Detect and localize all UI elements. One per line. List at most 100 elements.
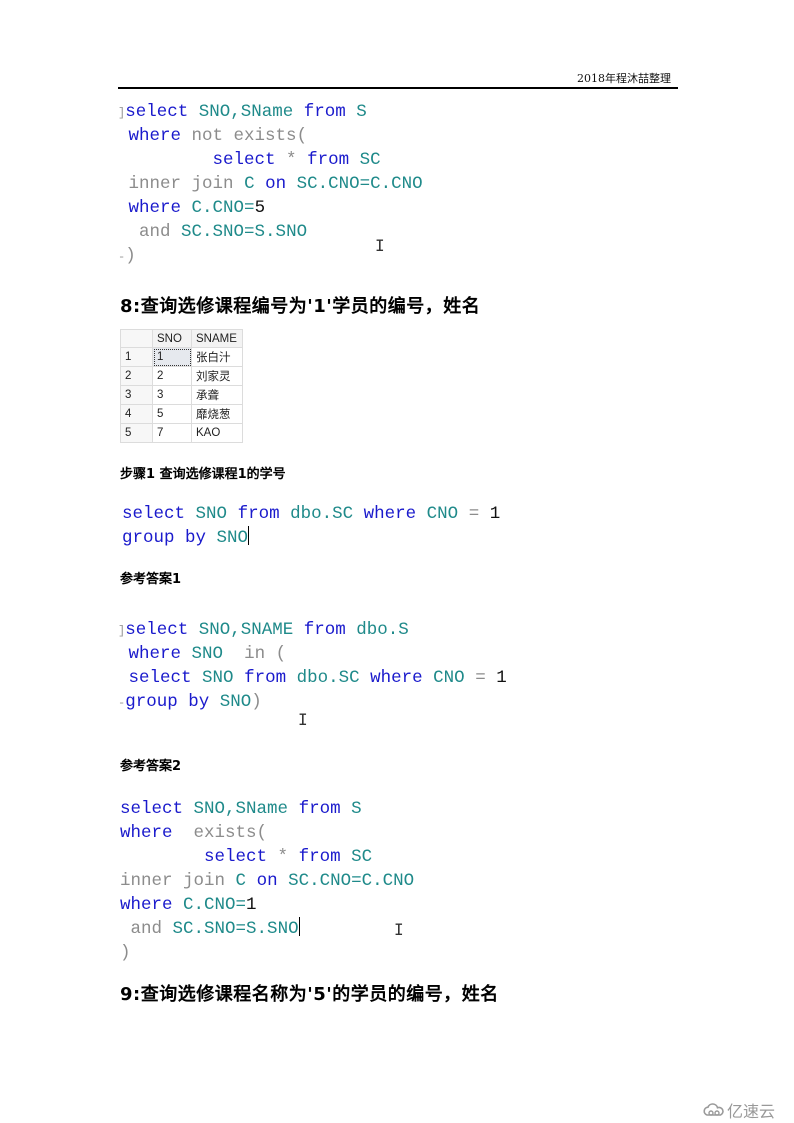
grid-cell-sname[interactable]: 承聋 bbox=[191, 385, 243, 405]
grid-cell-sno[interactable]: 1 bbox=[152, 347, 192, 367]
grid-header-sno[interactable]: SNO bbox=[152, 329, 192, 348]
grid-row-number: 2 bbox=[120, 366, 153, 386]
code-line[interactable]: ]select SNO,SName from S bbox=[118, 100, 423, 124]
sql-keyword: from bbox=[303, 620, 346, 640]
code-line[interactable]: -group by SNO) bbox=[118, 690, 507, 714]
code-line[interactable]: select SNO from dbo.SC where CNO = 1 bbox=[118, 666, 507, 690]
code-line[interactable]: inner join C on SC.CNO=C.CNO bbox=[120, 869, 414, 893]
sql-identifier: C bbox=[244, 174, 255, 194]
code-line[interactable]: inner join C on SC.CNO=C.CNO bbox=[118, 172, 423, 196]
code-line[interactable]: select SNO from dbo.SC where CNO = 1 bbox=[122, 502, 500, 526]
sql-keyword: from bbox=[298, 799, 341, 819]
code-line[interactable]: select * from SC bbox=[120, 845, 414, 869]
code-block-step-1[interactable]: select SNO from dbo.SC where CNO = 1 grou… bbox=[122, 502, 500, 550]
sql-identifier: C bbox=[235, 871, 247, 891]
code-block-answer-2[interactable]: select SNO,SName from Swhere exists( sel… bbox=[120, 797, 414, 965]
page-header-text: 2018年程沐喆整理 bbox=[577, 72, 671, 85]
sql-literal: 1 bbox=[489, 504, 501, 524]
code-line[interactable]: and SC.SNO=S.SNO bbox=[120, 917, 414, 941]
sql-identifier: dbo.S bbox=[356, 620, 409, 640]
grid-cell-sno[interactable]: 3 bbox=[152, 385, 192, 405]
sql-keyword: from bbox=[303, 102, 346, 122]
answer-2-heading: 参考答案2 bbox=[120, 759, 182, 774]
sql-operator: * bbox=[277, 847, 289, 867]
grid-row[interactable]: 2 2 刘家灵 bbox=[120, 366, 243, 386]
sql-keyword: where bbox=[370, 668, 423, 688]
sql-operator: exists( bbox=[193, 823, 268, 843]
grid-cell-sname[interactable]: 靡烧葱 bbox=[191, 404, 243, 424]
sql-identifier: SNO bbox=[219, 692, 252, 712]
grid-row[interactable]: 3 3 承聋 bbox=[120, 385, 243, 405]
sql-identifier: SC.CNO=C.CNO bbox=[296, 174, 423, 194]
grid-cell-sno[interactable]: 5 bbox=[152, 404, 192, 424]
grid-cell-sname[interactable]: KAO bbox=[191, 423, 243, 443]
sql-identifier: SNO bbox=[202, 668, 234, 688]
sql-identifier: SC bbox=[359, 150, 381, 170]
code-line[interactable]: where C.CNO=5 bbox=[118, 196, 423, 220]
code-line[interactable]: select * from SC bbox=[118, 148, 423, 172]
grid-cell-sname[interactable]: 张白汁 bbox=[191, 347, 243, 367]
code-line[interactable]: select SNO,SName from S bbox=[120, 797, 414, 821]
text-cursor-icon: I bbox=[375, 236, 385, 255]
code-line[interactable]: where SNO in ( bbox=[118, 642, 507, 666]
sql-identifier: CNO bbox=[433, 668, 465, 688]
sql-keyword: where bbox=[120, 823, 173, 843]
sql-keyword: group by bbox=[125, 692, 210, 712]
answer-1-heading: 参考答案1 bbox=[120, 572, 182, 587]
sql-identifier: SNO bbox=[191, 644, 224, 664]
grid-cell-sname[interactable]: 刘家灵 bbox=[191, 366, 243, 386]
grid-row[interactable]: 4 5 靡烧葱 bbox=[120, 404, 243, 424]
grid-row-number: 3 bbox=[120, 385, 153, 405]
sql-literal: 5 bbox=[254, 198, 266, 218]
sql-identifier: SC.CNO=C.CNO bbox=[288, 871, 415, 891]
code-line[interactable]: ) bbox=[120, 941, 414, 965]
grid-row[interactable]: 5 7 KAO bbox=[120, 423, 243, 443]
code-line[interactable]: group by SNO bbox=[122, 526, 500, 550]
code-line[interactable]: where not exists( bbox=[118, 124, 423, 148]
grid-cell-sno[interactable]: 7 bbox=[152, 423, 192, 443]
sql-keyword: from bbox=[298, 847, 341, 867]
grid-row-number: 1 bbox=[120, 347, 153, 367]
code-line[interactable]: where exists( bbox=[120, 821, 414, 845]
step-1-heading: 步骤1 查询选修课程1的学号 bbox=[120, 467, 286, 482]
sql-identifier: SNO,SName bbox=[193, 799, 289, 819]
sql-operator: = bbox=[475, 668, 486, 688]
sql-identifier: CNO bbox=[426, 504, 459, 524]
code-block-answer-1[interactable]: ]select SNO,SNAME from dbo.S where SNO i… bbox=[118, 618, 507, 714]
code-line[interactable]: where C.CNO=1 bbox=[120, 893, 414, 917]
sql-operator: = bbox=[468, 504, 480, 524]
grid-row[interactable]: 1 1 张白汁 bbox=[120, 347, 243, 367]
sql-identifier: S bbox=[356, 102, 367, 122]
question-8-heading: 8:查询选修课程编号为'1'学员的编号，姓名 bbox=[120, 296, 481, 317]
sql-identifier: dbo.SC bbox=[296, 668, 360, 688]
grid-header-row: SNO SNAME bbox=[120, 329, 243, 348]
code-line[interactable]: ]select SNO,SNAME from dbo.S bbox=[118, 618, 507, 642]
grid-header-sname[interactable]: SNAME bbox=[191, 329, 243, 348]
watermark-text: 亿速云 bbox=[727, 1102, 776, 1121]
sql-keyword: on bbox=[265, 174, 287, 194]
sql-keyword: from bbox=[244, 668, 287, 688]
sql-literal: 1 bbox=[496, 668, 507, 688]
sql-identifier: SC.SNO=S.SNO bbox=[172, 919, 299, 939]
grid-cell-sno[interactable]: 2 bbox=[152, 366, 192, 386]
sql-identifier: SNO bbox=[216, 528, 249, 548]
result-grid[interactable]: SNO SNAME 1 1 张白汁 2 2 刘家灵 3 3 承聋 4 5 靡烧葱… bbox=[120, 329, 243, 443]
